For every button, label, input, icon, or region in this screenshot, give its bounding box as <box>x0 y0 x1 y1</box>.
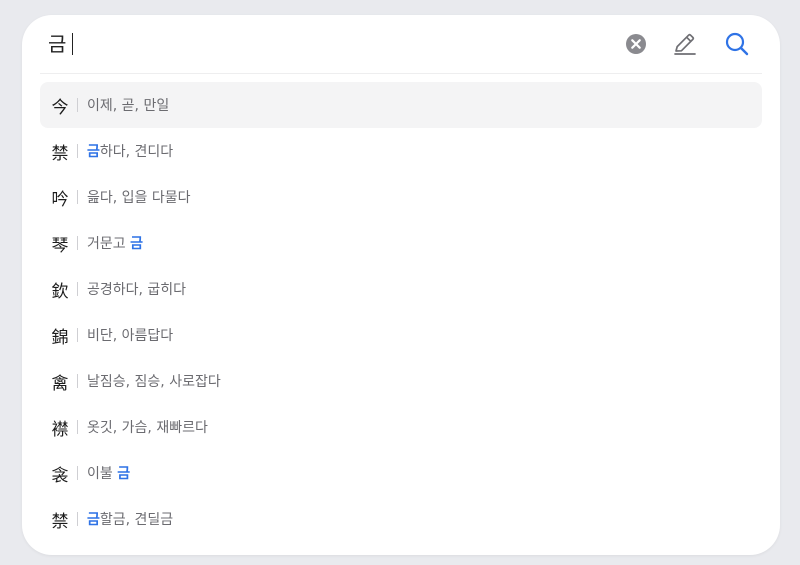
pen-handwriting-icon <box>674 33 696 55</box>
meaning-text: 금하다, 견디다 <box>87 141 173 161</box>
separator <box>77 328 78 342</box>
meaning-part: 할금, 견딜금 <box>99 512 174 528</box>
meaning-text: 이제, 곧, 만일 <box>87 95 169 115</box>
hanja-character: 禁 <box>51 511 69 532</box>
search-button[interactable] <box>724 31 750 57</box>
meaning-text: 공경하다, 굽히다 <box>87 279 186 299</box>
meaning-text: 날짐승, 짐승, 사로잡다 <box>87 371 221 391</box>
meaning-part: 옷깃, 가슴, 재빠르다 <box>87 420 208 436</box>
hanja-character: 今 <box>51 97 69 118</box>
separator <box>77 466 78 480</box>
suggestion-item[interactable]: 禽 날짐승, 짐승, 사로잡다 <box>40 358 762 404</box>
meaning-part: 날짐승, 짐승, 사로잡다 <box>87 374 221 390</box>
query-highlight: 금 <box>117 466 131 482</box>
suggestion-item[interactable]: 今 이제, 곧, 만일 <box>40 82 762 128</box>
text-caret <box>72 33 73 55</box>
hanja-character: 欽 <box>51 281 69 302</box>
separator <box>77 512 78 526</box>
hanja-character: 琴 <box>51 235 69 256</box>
suggestion-list: 今 이제, 곧, 만일 禁 금하다, 견디다 吟 읊다, 입을 다물다 琴 거문고 금 欽 공경하… <box>40 82 762 542</box>
meaning-text: 옷깃, 가슴, 재빠르다 <box>87 417 208 437</box>
hanja-character: 禽 <box>51 373 69 394</box>
meaning-part: 거문고 <box>87 236 131 252</box>
meaning-text: 읊다, 입을 다물다 <box>87 187 191 207</box>
search-bar <box>22 15 780 73</box>
hanja-character: 吟 <box>51 189 69 210</box>
hanja-character: 禁 <box>51 143 69 164</box>
separator <box>77 374 78 388</box>
suggestion-item[interactable]: 欽 공경하다, 굽히다 <box>40 266 762 312</box>
suggestion-item[interactable]: 錦 비단, 아름답다 <box>40 312 762 358</box>
suggestion-item[interactable]: 襟 옷깃, 가슴, 재빠르다 <box>40 404 762 450</box>
meaning-part: 하다, 견디다 <box>99 144 174 160</box>
search-suggest-panel: 今이제, 곧, 만일禁금하다, 견디다吟읊다, 입을 다물다琴거문고 금欽공경하… <box>22 15 780 555</box>
meaning-part: 비단, 아름답다 <box>87 328 174 344</box>
meaning-part: 이제, 곧, 만일 <box>87 98 170 114</box>
suggestion-item[interactable]: 衾 이불 금 <box>40 450 762 496</box>
separator <box>77 282 78 296</box>
meaning-text: 거문고 금 <box>87 233 143 253</box>
suggestion-item[interactable]: 禁 금하다, 견디다 <box>40 128 762 174</box>
clear-button[interactable] <box>623 31 649 57</box>
magnifier-icon <box>725 32 749 56</box>
hanja-character: 衾 <box>51 465 69 486</box>
separator <box>77 236 78 250</box>
suggestion-item[interactable]: 琴 거문고 금 <box>40 220 762 266</box>
suggestion-item[interactable]: 吟 읊다, 입을 다물다 <box>40 174 762 220</box>
separator <box>77 190 78 204</box>
meaning-text: 비단, 아름답다 <box>87 325 173 345</box>
meaning-part: 이불 <box>87 466 118 482</box>
meaning-part: 읊다, 입을 다물다 <box>87 190 191 206</box>
divider <box>40 73 762 74</box>
query-highlight: 금 <box>87 512 100 528</box>
separator <box>77 420 78 434</box>
handwriting-button[interactable] <box>672 31 698 57</box>
separator <box>77 144 78 158</box>
hanja-character: 錦 <box>51 327 69 348</box>
separator <box>77 98 78 112</box>
hanja-character: 襟 <box>51 419 69 440</box>
clear-circle-x-icon <box>626 34 646 54</box>
suggestion-item[interactable]: 禁 금할금, 견딜금 <box>40 496 762 542</box>
query-highlight: 금 <box>87 144 100 160</box>
meaning-text: 금할금, 견딜금 <box>87 509 173 529</box>
search-input[interactable] <box>48 29 548 59</box>
meaning-part: 공경하다, 굽히다 <box>87 282 187 298</box>
meaning-text: 이불 금 <box>87 463 130 483</box>
query-highlight: 금 <box>130 236 143 252</box>
